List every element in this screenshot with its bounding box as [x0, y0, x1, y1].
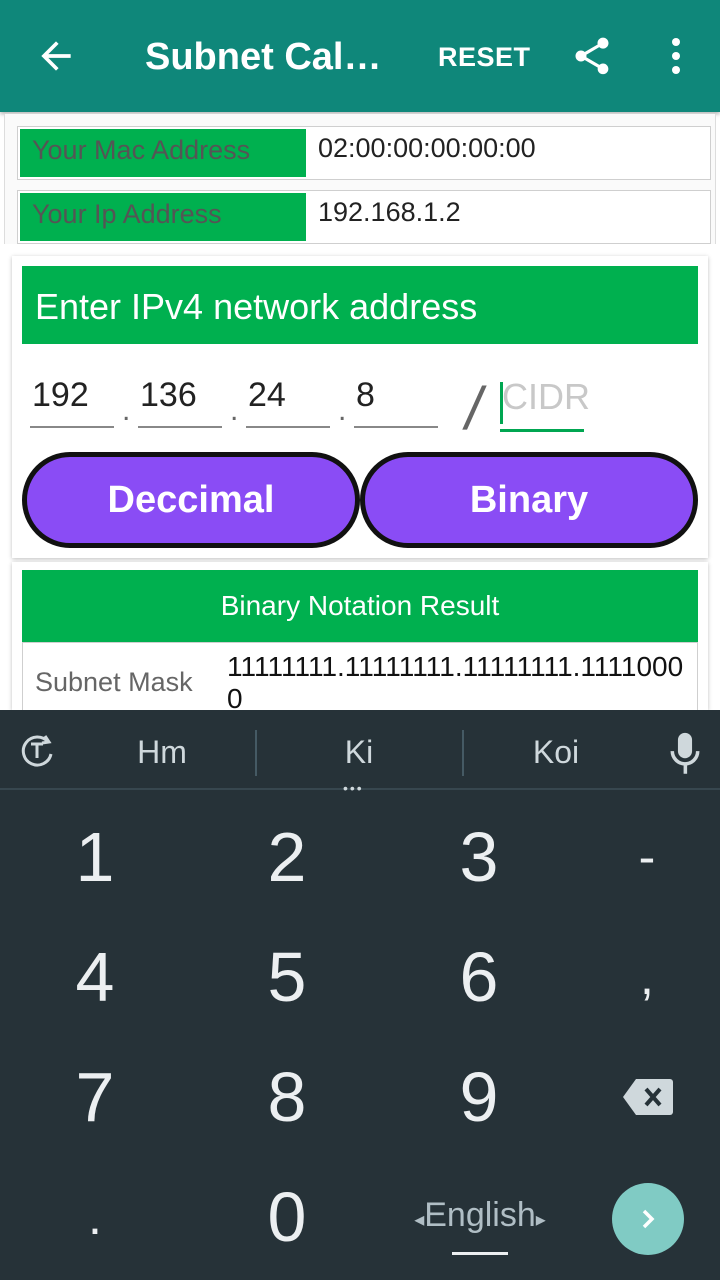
back-arrow-icon[interactable]	[34, 34, 78, 78]
mac-address-label: Your Mac Address	[20, 129, 306, 177]
cidr-placeholder: CIDR	[502, 376, 590, 417]
decimal-button[interactable]: Deccimal	[22, 452, 360, 548]
ip-address-value: 192.168.1.2	[318, 197, 461, 227]
language-switch[interactable]: ◂English▸	[400, 1196, 560, 1255]
app-bar: Subnet Calc... RESET	[0, 0, 720, 112]
cidr-input[interactable]: CIDR	[500, 376, 590, 432]
more-options-icon[interactable]	[664, 36, 688, 80]
binary-result-card: Binary Notation Result Subnet Mask 11111…	[12, 562, 708, 710]
network-input-header: Enter IPv4 network address	[22, 266, 698, 344]
translate-icon[interactable]	[18, 730, 58, 770]
key-8[interactable]: 8	[212, 1042, 362, 1152]
language-underline	[452, 1252, 508, 1255]
backspace-icon[interactable]	[622, 1077, 674, 1117]
binary-button[interactable]: Binary	[360, 452, 698, 548]
key-0[interactable]: 0	[212, 1162, 362, 1272]
network-input-card: Enter IPv4 network address 192 . 136 . 2…	[12, 256, 708, 558]
key-9[interactable]: 9	[404, 1042, 554, 1152]
language-next-icon: ▸	[535, 1209, 546, 1231]
octet-1-input[interactable]: 192	[30, 376, 114, 428]
key-5[interactable]: 5	[212, 922, 362, 1032]
key-6[interactable]: 6	[404, 922, 554, 1032]
key-comma[interactable]: ,	[572, 922, 720, 1032]
numeric-keyboard: Hm Ki ••• Koi 1 2 3 - 4 5 6 , 7 8 9 . 0 …	[0, 710, 720, 1280]
suggestion-bar: Hm Ki ••• Koi	[0, 710, 720, 796]
language-prev-icon: ◂	[414, 1209, 425, 1231]
octet-3-input[interactable]: 24	[246, 376, 330, 428]
key-7[interactable]: 7	[20, 1042, 170, 1152]
more-suggestions-dots[interactable]: •••	[343, 780, 364, 796]
subnet-mask-value: 11111111.11111111.11111111.11110000	[227, 651, 684, 710]
octet-4-input[interactable]: 8	[354, 376, 438, 428]
microphone-icon[interactable]	[668, 730, 702, 778]
suggestion-3[interactable]: Koi	[466, 734, 646, 771]
octet-separator: .	[122, 394, 131, 427]
suggestion-1[interactable]: Hm	[72, 734, 252, 771]
octet-separator: .	[230, 394, 239, 427]
next-button[interactable]	[612, 1183, 684, 1255]
key-1[interactable]: 1	[20, 802, 170, 912]
cidr-slash: /	[460, 375, 489, 442]
ip-address-label: Your Ip Address	[20, 193, 306, 241]
mac-address-row: Your Mac Address 02:00:00:00:00:00	[17, 126, 711, 180]
page-title: Subnet Calc...	[145, 36, 395, 78]
key-period[interactable]: .	[20, 1162, 170, 1272]
key-dash[interactable]: -	[572, 802, 720, 912]
suggestion-divider	[462, 730, 464, 776]
subnet-mask-label: Subnet Mask	[35, 667, 193, 697]
reset-button[interactable]: RESET	[438, 42, 531, 73]
text-cursor	[500, 382, 503, 424]
chevron-right-icon	[642, 1209, 655, 1229]
share-icon[interactable]	[570, 34, 614, 78]
ip-address-row: Your Ip Address 192.168.1.2	[17, 190, 711, 244]
key-3[interactable]: 3	[404, 802, 554, 912]
binary-result-header: Binary Notation Result	[22, 570, 698, 642]
suggestion-divider	[255, 730, 257, 776]
octet-2-input[interactable]: 136	[138, 376, 222, 428]
suggestion-2[interactable]: Ki	[269, 734, 449, 771]
device-info-section: Your Mac Address 02:00:00:00:00:00 Your …	[4, 114, 716, 244]
key-2[interactable]: 2	[212, 802, 362, 912]
language-label: English	[424, 1196, 536, 1234]
octet-separator: .	[338, 394, 347, 427]
mac-address-value: 02:00:00:00:00:00	[318, 133, 536, 163]
subnet-mask-row: Subnet Mask 11111111.11111111.11111111.1…	[22, 642, 698, 710]
key-4[interactable]: 4	[20, 922, 170, 1032]
